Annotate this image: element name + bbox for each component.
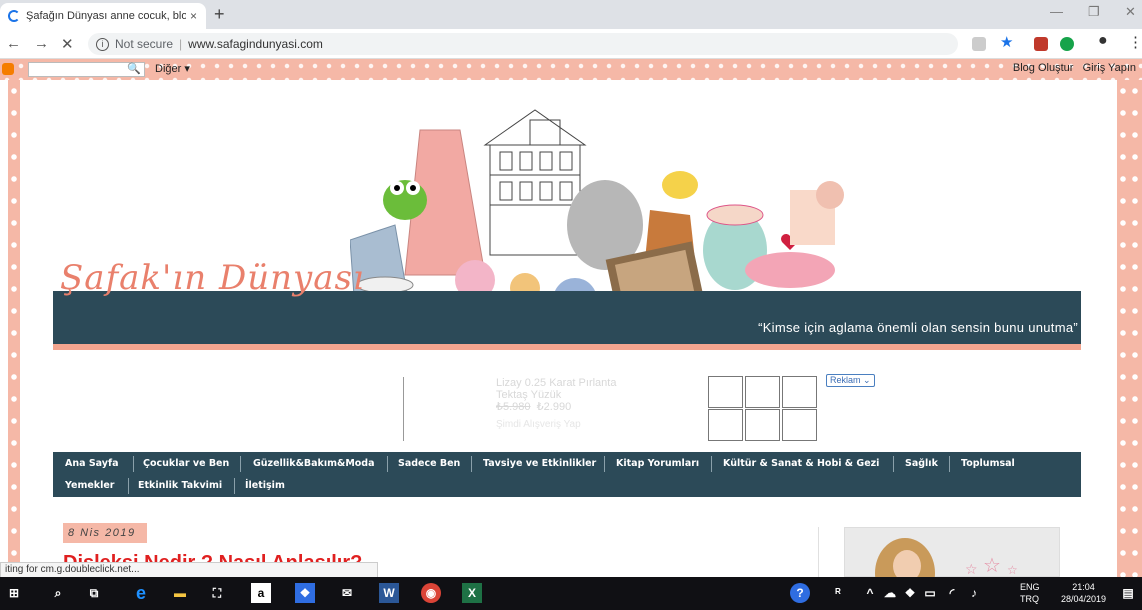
nav-kitap[interactable]: Kitap Yorumları — [616, 458, 699, 469]
post-date-badge: 8 Nis 2019 — [63, 523, 147, 543]
language-indicator[interactable]: ENG TRQ — [1020, 581, 1040, 605]
pdf-extension-icon[interactable] — [1034, 37, 1048, 51]
ad-image-cell[interactable] — [708, 409, 743, 441]
ad-price: ₺2.990 — [536, 401, 572, 413]
svg-text:☆: ☆ — [965, 562, 978, 578]
nav-etkinlik-takvimi[interactable]: Etkinlik Takvimi — [138, 480, 222, 491]
sidebar-divider — [818, 527, 819, 577]
blog-tagline: “Kimse için aglama önemli olan sensin bu… — [758, 320, 1078, 335]
nav-kultur[interactable]: Kültür & Sanat & Hobi & Gezi — [723, 458, 879, 469]
nav-saglik[interactable]: Sağlık — [905, 458, 938, 469]
task-view-icon[interactable]: ⧉ — [84, 583, 104, 603]
battery-icon[interactable]: ▭ — [920, 583, 940, 603]
browser-tab-bar: Şafağın Dünyası anne cocuk, blo × + — ❐ … — [0, 0, 1142, 29]
mail-icon[interactable]: ✉ — [337, 583, 357, 603]
menu-dots-icon[interactable]: ⋮ — [1128, 33, 1142, 51]
file-explorer-icon[interactable]: ▬ — [170, 583, 190, 603]
back-icon[interactable]: ← — [6, 35, 21, 52]
nav-sadece-ben[interactable]: Sadece Ben — [398, 458, 460, 469]
notifications-icon[interactable]: ▤ — [1118, 583, 1138, 603]
volume-icon[interactable]: ♪ — [964, 583, 984, 603]
store-icon[interactable]: ⛶ — [207, 583, 227, 603]
main-nav-menu: Ana Sayfa Çocuklar ve Ben Güzellik&Bakım… — [53, 452, 1081, 497]
windows-taskbar: ⊞ ⌕ ⧉ e ▬ ⛶ a ❖ ✉ W ◉ X ? ᴿ ^ ☁ ❖ ▭ ◜ ♪ … — [0, 577, 1142, 610]
ad-image-cell[interactable] — [745, 376, 780, 408]
ad-cta-link[interactable]: Şimdi Alışveriş Yap — [496, 419, 646, 431]
ad-image-cell[interactable] — [782, 376, 817, 408]
info-icon[interactable]: i — [96, 37, 109, 51]
security-label: Not secure — [115, 37, 174, 51]
ad-title[interactable]: Lizay 0.25 Karat Pırlanta Tektaş Yüzük — [496, 377, 646, 401]
chrome-icon[interactable]: ◉ — [421, 583, 441, 603]
browser-tab[interactable]: Şafağın Dünyası anne cocuk, blo × — [0, 3, 206, 29]
stop-icon[interactable]: ✕ — [61, 35, 74, 53]
blog-search-input[interactable]: 🔍 — [28, 62, 145, 77]
close-window-icon[interactable]: ✕ — [1125, 4, 1136, 20]
ad-image-cell[interactable] — [782, 409, 817, 441]
profile-icon[interactable]: ● — [1098, 32, 1108, 50]
ad-content[interactable]: Lizay 0.25 Karat Pırlanta Tektaş Yüzük ₺… — [496, 377, 646, 431]
polka-border-right — [1117, 80, 1142, 577]
nav-toplumsal[interactable]: Toplumsal — [961, 458, 1015, 469]
ad-old-price: ₺5.980 — [496, 401, 531, 413]
edge-icon[interactable]: e — [131, 583, 151, 603]
clock[interactable]: 21:04 28/04/2019 — [1061, 581, 1106, 605]
polka-border-left — [8, 80, 20, 577]
wifi-icon[interactable]: ◜ — [942, 583, 962, 603]
blogger-navbar: 🔍 Diğer ▾ Blog Oluştur Giriş Yapın — [0, 59, 1142, 80]
people-icon[interactable]: ᴿ — [828, 583, 848, 603]
nav-tavsiye[interactable]: Tavsiye ve Etkinlikler — [483, 458, 596, 469]
search-icon[interactable]: ⌕ — [48, 583, 68, 603]
loading-icon — [8, 10, 20, 22]
nav-yemekler[interactable]: Yemekler — [65, 480, 115, 491]
status-bar: iting for cm.g.doubleclick.net... — [0, 562, 378, 578]
ad-divider — [403, 377, 404, 441]
windows-start-icon[interactable]: ⊞ — [4, 583, 24, 603]
nav-guzellik[interactable]: Güzellik&Bakım&Moda — [253, 458, 375, 469]
page-body: Şafak'ın Dünyası “Kimse için aglama önem… — [0, 80, 1142, 608]
nav-cocuklar[interactable]: Çocuklar ve Ben — [143, 458, 229, 469]
ad-label-button[interactable]: Reklam ⌄ — [826, 374, 875, 387]
word-icon[interactable]: W — [379, 583, 399, 603]
grammarly-icon[interactable] — [1060, 37, 1074, 51]
header-banner — [53, 291, 1081, 344]
svg-text:☆: ☆ — [1007, 563, 1018, 577]
forward-icon[interactable]: → — [34, 35, 49, 52]
address-bar-row: ← → ✕ i Not secure | www.safagindunyasi.… — [0, 29, 1142, 59]
excel-icon[interactable]: X — [462, 583, 482, 603]
search-icon[interactable]: 🔍 — [127, 62, 141, 75]
new-tab-button[interactable]: + — [214, 4, 225, 25]
minimize-icon[interactable]: — — [1050, 4, 1063, 19]
blog-logo[interactable]: Şafak'ın Dünyası — [60, 258, 365, 298]
sidebar-profile-image[interactable]: ☆ ☆ ☆ — [844, 527, 1060, 608]
url-bar[interactable]: i Not secure | www.safagindunyasi.com — [88, 33, 958, 55]
ad-image-cell[interactable] — [745, 409, 780, 441]
ad-image-cell[interactable] — [708, 376, 743, 408]
amazon-icon[interactable]: a — [251, 583, 271, 603]
header-stripe — [53, 344, 1081, 350]
clock-time: 21:04 — [1072, 582, 1095, 592]
profile-photo: ☆ ☆ ☆ — [875, 538, 1018, 608]
create-blog-link[interactable]: Blog Oluştur — [1013, 62, 1074, 74]
dropbox-icon[interactable]: ❖ — [295, 583, 315, 603]
restore-icon[interactable]: ❐ — [1088, 4, 1100, 20]
svg-text:☆: ☆ — [983, 553, 1001, 577]
tab-title: Şafağın Dünyası anne cocuk, blo — [26, 10, 186, 22]
translate-icon[interactable] — [972, 37, 986, 51]
close-tab-icon[interactable]: × — [190, 9, 197, 23]
onedrive-icon[interactable]: ☁ — [880, 583, 900, 603]
dropbox-tray-icon[interactable]: ❖ — [900, 583, 920, 603]
nav-iletisim[interactable]: İletişim — [245, 480, 285, 491]
nav-ana-sayfa[interactable]: Ana Sayfa — [65, 458, 119, 469]
more-dropdown[interactable]: Diğer ▾ — [155, 62, 190, 75]
url-text: www.safagindunyasi.com — [188, 37, 323, 51]
bookmark-star-icon[interactable]: ★ — [1000, 33, 1013, 51]
sign-in-link[interactable]: Giriş Yapın — [1083, 62, 1136, 74]
clock-date: 28/04/2019 — [1060, 594, 1106, 604]
help-icon[interactable]: ? — [790, 583, 810, 603]
tray-chevron-icon[interactable]: ^ — [860, 583, 880, 603]
blogger-logo-icon[interactable] — [2, 63, 14, 75]
